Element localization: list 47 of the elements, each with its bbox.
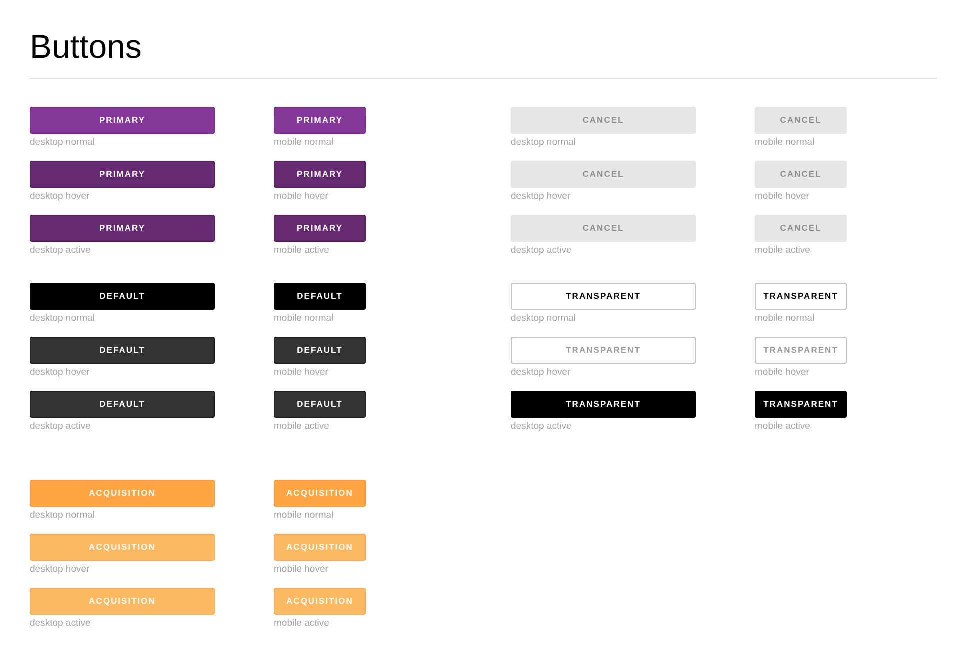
transparent-button[interactable]: TRANSPARENT (511, 391, 696, 418)
default-button[interactable]: DEFAULT (30, 391, 215, 418)
primary-button[interactable]: PRIMARY (274, 161, 366, 188)
state-caption: desktop normal (30, 312, 95, 325)
state-caption: desktop hover (30, 366, 90, 379)
state-caption: mobile normal (274, 509, 334, 522)
state-caption: mobile normal (755, 136, 815, 149)
transparent-button[interactable]: TRANSPARENT (755, 391, 847, 418)
primary-button[interactable]: PRIMARY (30, 161, 215, 188)
default-button[interactable]: DEFAULT (274, 283, 366, 310)
state-caption: mobile normal (755, 312, 815, 325)
state-caption: desktop normal (511, 136, 576, 149)
page-title: Buttons (30, 27, 142, 67)
primary-button[interactable]: PRIMARY (274, 107, 366, 134)
transparent-button[interactable]: TRANSPARENT (755, 283, 847, 310)
transparent-button[interactable]: TRANSPARENT (511, 283, 696, 310)
state-caption: mobile hover (274, 563, 328, 576)
state-caption: mobile active (274, 617, 330, 630)
state-caption: desktop normal (511, 312, 576, 325)
state-caption: mobile active (755, 420, 810, 433)
state-caption: mobile normal (274, 136, 334, 149)
state-caption: mobile hover (274, 190, 328, 203)
state-caption: desktop hover (511, 366, 571, 379)
state-caption: desktop active (30, 617, 91, 630)
state-caption: desktop hover (30, 563, 90, 576)
state-caption: desktop active (30, 420, 91, 433)
state-caption: mobile active (274, 244, 330, 257)
state-caption: mobile active (755, 244, 810, 257)
state-caption: desktop hover (511, 190, 571, 203)
default-button[interactable]: DEFAULT (274, 337, 366, 364)
state-caption: desktop normal (30, 136, 95, 149)
state-caption: mobile normal (274, 312, 334, 325)
primary-button[interactable]: PRIMARY (274, 215, 366, 242)
state-caption: desktop active (511, 244, 572, 257)
state-caption: desktop active (30, 244, 91, 257)
default-button[interactable]: DEFAULT (274, 391, 366, 418)
state-caption: desktop hover (30, 190, 90, 203)
state-caption: desktop active (511, 420, 572, 433)
default-button[interactable]: DEFAULT (30, 283, 215, 310)
state-caption: mobile hover (755, 366, 810, 379)
state-caption: mobile hover (755, 190, 810, 203)
state-caption: desktop normal (30, 509, 95, 522)
state-caption: mobile active (274, 420, 330, 433)
primary-button[interactable]: PRIMARY (30, 107, 215, 134)
primary-button[interactable]: PRIMARY (30, 215, 215, 242)
state-caption: mobile hover (274, 366, 328, 379)
default-button[interactable]: DEFAULT (30, 337, 215, 364)
